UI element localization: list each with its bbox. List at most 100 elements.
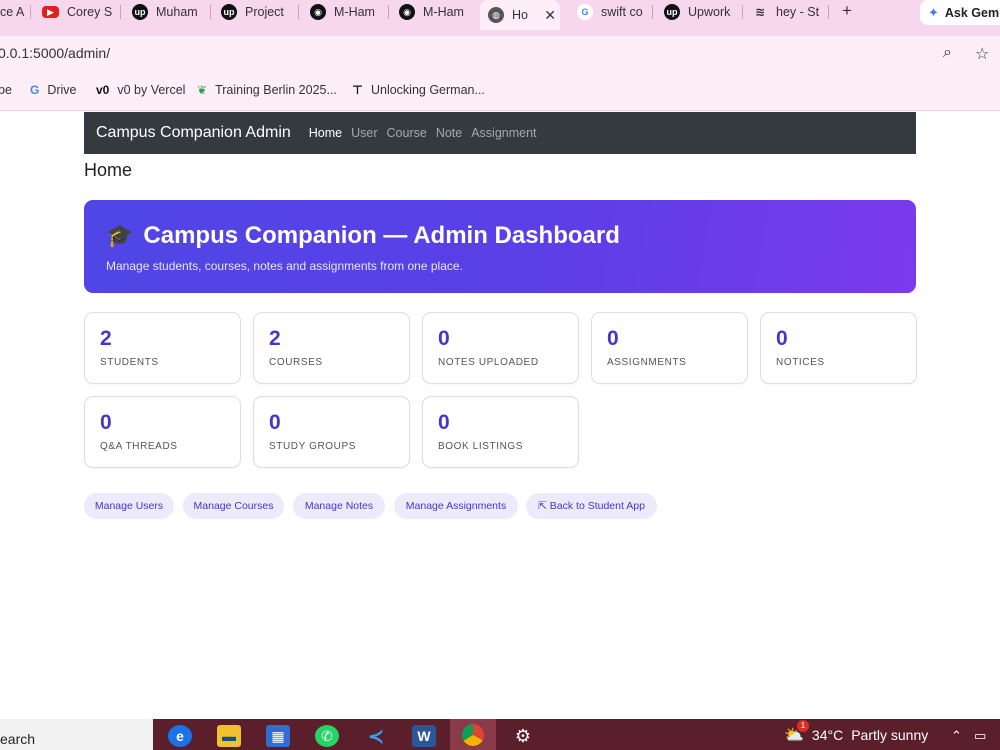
tab-separator (30, 5, 31, 19)
store-icon[interactable]: ▦ (266, 725, 290, 747)
stat-value: 2 (269, 327, 281, 350)
stat-value: 0 (776, 327, 788, 350)
tab-5[interactable]: ◉ M-Ham (399, 0, 469, 24)
manage-assignments-button[interactable]: Manage Assignments (394, 493, 518, 519)
tab-4[interactable]: ◉ M-Ham (310, 0, 382, 24)
stat-label: NOTICES (776, 357, 825, 368)
nav-link-assignment[interactable]: Assignment (471, 126, 536, 140)
ask-gemini-button[interactable]: ✦ Ask Gem (920, 0, 1000, 25)
browser-tab-strip: ce A ▶ Corey S up Muham up Project ◉ M-H… (0, 0, 1000, 36)
bookmark-label: v0 by Vercel (117, 83, 186, 97)
stat-card-book-listings: 0 BOOK LISTINGS (422, 396, 579, 468)
tab-separator (210, 5, 211, 19)
hero-subtitle: Manage students, courses, notes and assi… (106, 259, 463, 273)
tab-label: Muham (156, 5, 198, 19)
zoom-icon[interactable]: ⌕ (943, 44, 952, 62)
tab-separator (388, 5, 389, 19)
stat-card-courses: 2 COURSES (253, 312, 410, 384)
tab-8[interactable]: up Upwork (664, 0, 740, 24)
youtube-icon: ▶ (42, 6, 59, 18)
bookmark-star-icon[interactable]: ☆ (975, 44, 989, 64)
tab-label: Ho (512, 8, 528, 22)
stackoverflow-icon: ≋ (754, 5, 766, 19)
chrome-active-slot[interactable] (450, 719, 496, 750)
weather-desc: Partly sunny (851, 727, 929, 743)
manage-notes-button[interactable]: Manage Notes (293, 493, 385, 519)
stat-value: 0 (269, 411, 281, 434)
bookmark-label: be (0, 83, 12, 97)
nav-link-home[interactable]: Home (309, 126, 342, 140)
dashboard-hero: 🎓 Campus Companion — Admin Dashboard Man… (84, 200, 916, 293)
google-icon: G (577, 4, 593, 20)
bookmark-0[interactable]: be (0, 83, 12, 97)
tab-0[interactable]: ce A (0, 0, 28, 24)
nav-link-note[interactable]: Note (436, 126, 462, 140)
tab-separator (652, 5, 653, 19)
stat-card-qa-threads: 0 Q&A THREADS (84, 396, 241, 468)
globe-icon: ◍ (488, 7, 504, 23)
hero-title: Campus Companion — Admin Dashboard (143, 222, 620, 249)
tab-separator (742, 5, 743, 19)
github-icon: ◉ (310, 4, 326, 20)
bookmark-label: Training Berlin 2025... (215, 83, 337, 97)
tray-chevron-up-icon[interactable]: ⌃ (951, 728, 962, 744)
tab-9[interactable]: ≋ hey - St (752, 0, 822, 24)
vscode-icon[interactable]: ≺ (364, 725, 388, 748)
taskbar-weather[interactable]: ⛅ 1 34°C Partly sunny (784, 720, 929, 745)
close-tab-icon[interactable]: ✕ (544, 7, 560, 24)
bookmark-drive[interactable]: G Drive (30, 83, 77, 97)
nav-link-user[interactable]: User (351, 126, 377, 140)
tab-2[interactable]: up Muham (132, 0, 202, 24)
stat-label: ASSIGNMENTS (607, 357, 687, 368)
tab-7[interactable]: G swift co (577, 0, 643, 24)
pin-icon: ⊤ (352, 83, 363, 97)
bookmark-training[interactable]: ❦ Training Berlin 2025... (197, 83, 337, 97)
file-explorer-icon[interactable]: ▬ (217, 725, 241, 747)
stat-value: 0 (438, 411, 450, 434)
manage-users-button[interactable]: Manage Users (84, 493, 174, 519)
page-title: Home (84, 160, 133, 180)
tab-3[interactable]: up Project (221, 0, 291, 24)
stat-value: 0 (607, 327, 619, 350)
github-icon: ◉ (399, 4, 415, 20)
edge-icon[interactable]: e (168, 725, 192, 747)
navbar-brand[interactable]: Campus Companion Admin (96, 124, 291, 142)
back-to-student-app-button[interactable]: ⇱ Back to Student App (526, 493, 657, 519)
tab-6-active[interactable]: ◍ Ho ✕ (480, 0, 560, 30)
tab-separator (298, 5, 299, 19)
bookmark-v0[interactable]: v0 v0 by Vercel (96, 83, 185, 97)
bookmark-unlocking[interactable]: ⊤ Unlocking German... (352, 83, 485, 97)
url-field[interactable]: 0.0.1:5000/admin/ (0, 45, 110, 61)
manage-courses-button[interactable]: Manage Courses (183, 493, 284, 519)
stat-value: 0 (100, 411, 112, 434)
weather-temp: 34°C (811, 727, 844, 743)
nav-link-course[interactable]: Course (387, 126, 427, 140)
leaf-icon: ❦ (197, 83, 208, 97)
hero-title-row: 🎓 Campus Companion — Admin Dashboard (106, 222, 916, 250)
tab-label: Project (245, 5, 284, 19)
upwork-icon: up (664, 4, 680, 20)
ask-gemini-label: Ask Gem (944, 5, 1000, 20)
taskbar-search[interactable]: earch (0, 719, 153, 750)
stat-label: NOTES UPLOADED (438, 357, 539, 368)
google-icon: G (30, 83, 40, 97)
stat-card-notices: 0 NOTICES (760, 312, 917, 384)
tab-1[interactable]: ▶ Corey S (42, 0, 112, 24)
stat-card-notes: 0 NOTES UPLOADED (422, 312, 579, 384)
word-icon[interactable]: W (412, 725, 436, 747)
gemini-sparkle-icon: ✦ (928, 4, 939, 20)
stat-card-students: 2 STUDENTS (84, 312, 241, 384)
whatsapp-icon[interactable]: ✆ (315, 725, 339, 747)
stat-label: Q&A THREADS (100, 441, 178, 452)
tab-label: M-Ham (423, 5, 464, 19)
tray-battery-icon[interactable]: ▭ (974, 728, 986, 744)
upwork-icon: up (132, 4, 148, 20)
settings-gear-icon[interactable]: ⚙ (511, 725, 535, 747)
graduation-cap-icon: 🎓 (106, 223, 134, 248)
bookmark-label: Drive (47, 83, 77, 97)
windows-taskbar: earch e ▬ ▦ ✆ ≺ W ⚙ ⛅ 1 34°C Partly sunn… (0, 719, 1000, 750)
new-tab-button[interactable]: + (838, 0, 856, 24)
stat-value: 0 (438, 327, 450, 350)
stat-label: COURSES (269, 357, 323, 368)
stat-card-assignments: 0 ASSIGNMENTS (591, 312, 748, 384)
